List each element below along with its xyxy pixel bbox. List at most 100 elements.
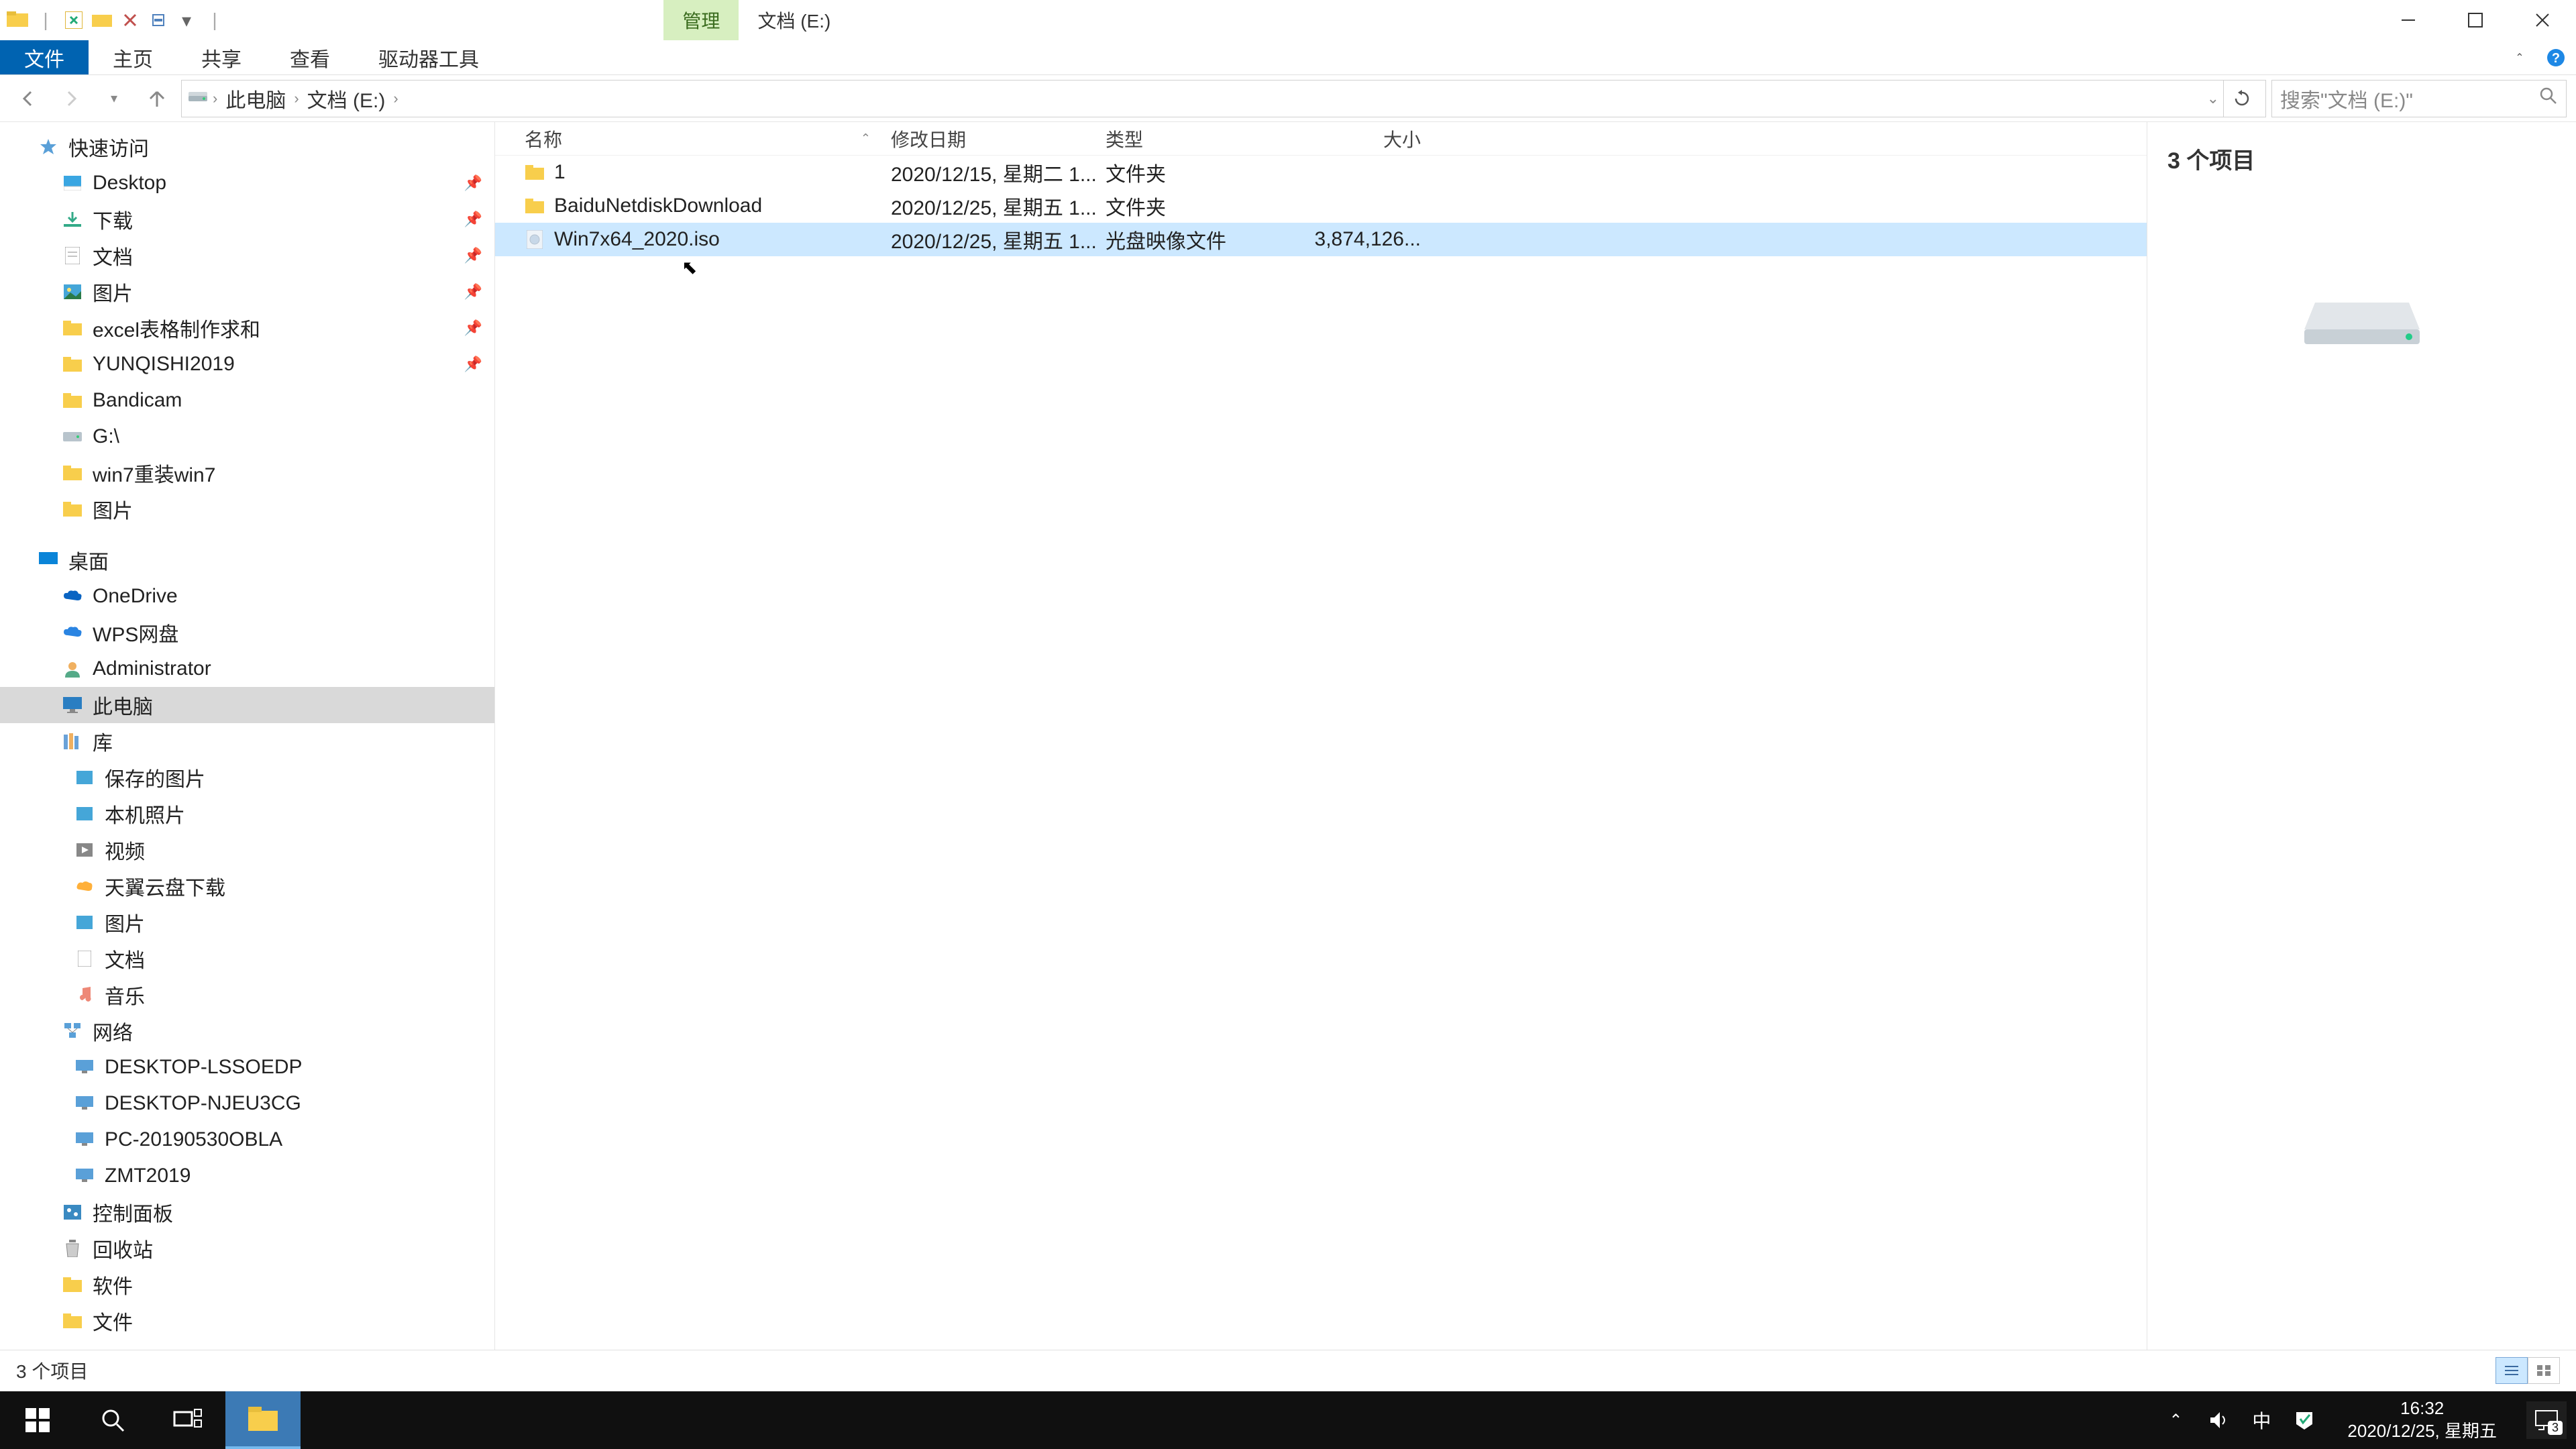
tree-music[interactable]: 音乐 bbox=[0, 977, 494, 1013]
ribbon-tab-file[interactable]: 文件 bbox=[0, 40, 89, 74]
tree-pc3[interactable]: PC-20190530OBLA bbox=[0, 1122, 494, 1158]
address-bar[interactable]: › 此电脑 › 文档 (E:) › ⌄ bbox=[181, 80, 2266, 117]
chevron-right-icon[interactable]: › bbox=[213, 90, 217, 107]
taskbar-file-explorer[interactable] bbox=[225, 1391, 301, 1449]
ribbon-tab-drive-tools[interactable]: 驱动器工具 bbox=[354, 40, 503, 74]
network-icon bbox=[62, 1020, 83, 1042]
ime-indicator[interactable]: 中 bbox=[2248, 1407, 2275, 1434]
qat-rename-icon[interactable] bbox=[146, 8, 170, 32]
security-icon[interactable] bbox=[2291, 1407, 2318, 1434]
file-row[interactable]: 12020/12/15, 星期二 1...文件夹 bbox=[495, 156, 2147, 189]
videos-icon bbox=[74, 839, 95, 861]
folder-icon bbox=[62, 354, 83, 375]
qat-new-folder-icon[interactable] bbox=[90, 8, 114, 32]
pictures-icon bbox=[74, 803, 95, 824]
tree-item-win7reinstall[interactable]: win7重装win7 bbox=[0, 455, 494, 491]
tree-label: Administrator bbox=[93, 657, 211, 680]
tree-item-g-drive[interactable]: G:\ bbox=[0, 419, 494, 455]
documents-icon bbox=[74, 948, 95, 969]
qat-dropdown-icon[interactable]: ▾ bbox=[174, 8, 199, 32]
search-box[interactable]: 搜索"文档 (E:)" bbox=[2271, 80, 2567, 117]
file-row[interactable]: BaiduNetdiskDownload2020/12/25, 星期五 1...… bbox=[495, 189, 2147, 223]
window-title-drive: 文档 (E:) bbox=[739, 0, 849, 40]
breadcrumb-this-pc[interactable]: 此电脑 bbox=[221, 84, 290, 113]
minimize-button[interactable] bbox=[2375, 0, 2442, 40]
tree-onedrive[interactable]: OneDrive bbox=[0, 578, 494, 614]
column-header-name[interactable]: 名称 ⌃ bbox=[495, 125, 891, 152]
tree-docs-lib[interactable]: 文档 bbox=[0, 941, 494, 977]
chevron-right-icon[interactable]: › bbox=[393, 90, 398, 107]
tree-item-downloads[interactable]: 下载 📌 bbox=[0, 201, 494, 237]
ribbon-tab-share[interactable]: 共享 bbox=[177, 40, 266, 74]
tree-software[interactable]: 软件 bbox=[0, 1267, 494, 1303]
onedrive-icon bbox=[62, 586, 83, 607]
tree-network[interactable]: 网络 bbox=[0, 1013, 494, 1049]
tree-control-panel[interactable]: 控制面板 bbox=[0, 1194, 494, 1230]
pin-icon: 📌 bbox=[464, 319, 482, 337]
up-button[interactable] bbox=[138, 80, 176, 117]
tree-libraries[interactable]: 库 bbox=[0, 723, 494, 759]
task-view-button[interactable] bbox=[150, 1391, 225, 1449]
refresh-button[interactable] bbox=[2223, 80, 2260, 117]
folder-icon bbox=[525, 162, 545, 182]
file-row[interactable]: Win7x64_2020.iso2020/12/25, 星期五 1...光盘映像… bbox=[495, 223, 2147, 256]
taskbar-search-button[interactable] bbox=[75, 1391, 150, 1449]
search-icon[interactable] bbox=[2539, 87, 2558, 111]
tray-overflow-icon[interactable]: ⌃ bbox=[2162, 1407, 2189, 1434]
tree-pc1[interactable]: DESKTOP-LSSOEDP bbox=[0, 1049, 494, 1085]
status-bar: 3 个项目 bbox=[0, 1350, 2576, 1390]
tree-item-bandicam[interactable]: Bandicam bbox=[0, 382, 494, 419]
tree-tianyi[interactable]: 天翼云盘下载 bbox=[0, 868, 494, 904]
tree-item-excel[interactable]: excel表格制作求和 📌 bbox=[0, 310, 494, 346]
pictures-icon bbox=[74, 912, 95, 933]
column-header-date[interactable]: 修改日期 bbox=[891, 125, 1106, 152]
ribbon-tab-view[interactable]: 查看 bbox=[266, 40, 354, 74]
tree-item-yunqishi[interactable]: YUNQISHI2019 📌 bbox=[0, 346, 494, 382]
start-button[interactable] bbox=[0, 1391, 75, 1449]
tree-label: 图片 bbox=[105, 908, 145, 937]
tree-this-pc[interactable]: 此电脑 bbox=[0, 687, 494, 723]
tree-pc2[interactable]: DESKTOP-NJEU3CG bbox=[0, 1085, 494, 1122]
pin-icon: 📌 bbox=[464, 174, 482, 192]
column-header-type[interactable]: 类型 bbox=[1106, 125, 1287, 152]
tree-item-pictures-cn[interactable]: 图片 bbox=[0, 491, 494, 527]
tree-item-pictures[interactable]: 图片 📌 bbox=[0, 274, 494, 310]
column-header-size[interactable]: 大小 bbox=[1287, 125, 1441, 152]
chevron-right-icon[interactable]: › bbox=[294, 90, 299, 107]
tree-saved-pics[interactable]: 保存的图片 bbox=[0, 759, 494, 796]
breadcrumb-drive[interactable]: 文档 (E:) bbox=[303, 84, 390, 113]
close-button[interactable] bbox=[2509, 0, 2576, 40]
help-icon[interactable]: ? bbox=[2544, 46, 2568, 70]
preview-pane: 3 个项目 bbox=[2147, 122, 2576, 1350]
ribbon-tab-home[interactable]: 主页 bbox=[89, 40, 177, 74]
tray-datetime[interactable]: 16:32 2020/12/25, 星期五 bbox=[2334, 1397, 2510, 1443]
details-view-button[interactable] bbox=[2496, 1357, 2528, 1384]
address-dropdown-icon[interactable]: ⌄ bbox=[2207, 90, 2219, 107]
forward-button[interactable] bbox=[52, 80, 90, 117]
app-icon[interactable] bbox=[5, 8, 30, 32]
tree-desktop-root[interactable]: 桌面 bbox=[0, 542, 494, 578]
tree-wps[interactable]: WPS网盘 bbox=[0, 614, 494, 651]
tree-quick-access[interactable]: 快速访问 bbox=[0, 129, 494, 165]
tree-pc4[interactable]: ZMT2019 bbox=[0, 1158, 494, 1194]
tree-videos[interactable]: 视频 bbox=[0, 832, 494, 868]
column-headers: 名称 ⌃ 修改日期 类型 大小 bbox=[495, 122, 2147, 156]
qat-properties-icon[interactable] bbox=[62, 8, 86, 32]
contextual-tab-manage[interactable]: 管理 bbox=[663, 0, 739, 40]
tree-admin[interactable]: Administrator bbox=[0, 651, 494, 687]
qat-delete-icon[interactable] bbox=[118, 8, 142, 32]
tree-camera-roll[interactable]: 本机照片 bbox=[0, 796, 494, 832]
maximize-button[interactable] bbox=[2442, 0, 2509, 40]
recent-locations-dropdown[interactable]: ▾ bbox=[95, 80, 133, 117]
tree-pics-lib[interactable]: 图片 bbox=[0, 904, 494, 941]
volume-icon[interactable] bbox=[2205, 1407, 2232, 1434]
tree-item-desktop[interactable]: Desktop 📌 bbox=[0, 165, 494, 201]
action-center-button[interactable]: 3 bbox=[2526, 1401, 2567, 1439]
tree-recycle[interactable]: 回收站 bbox=[0, 1230, 494, 1267]
back-button[interactable] bbox=[9, 80, 47, 117]
tree-item-documents[interactable]: 文档 📌 bbox=[0, 237, 494, 274]
user-icon bbox=[62, 658, 83, 680]
ribbon-minimize-icon[interactable]: ⌃ bbox=[2508, 46, 2532, 70]
tree-files[interactable]: 文件 bbox=[0, 1303, 494, 1339]
icons-view-button[interactable] bbox=[2528, 1357, 2560, 1384]
